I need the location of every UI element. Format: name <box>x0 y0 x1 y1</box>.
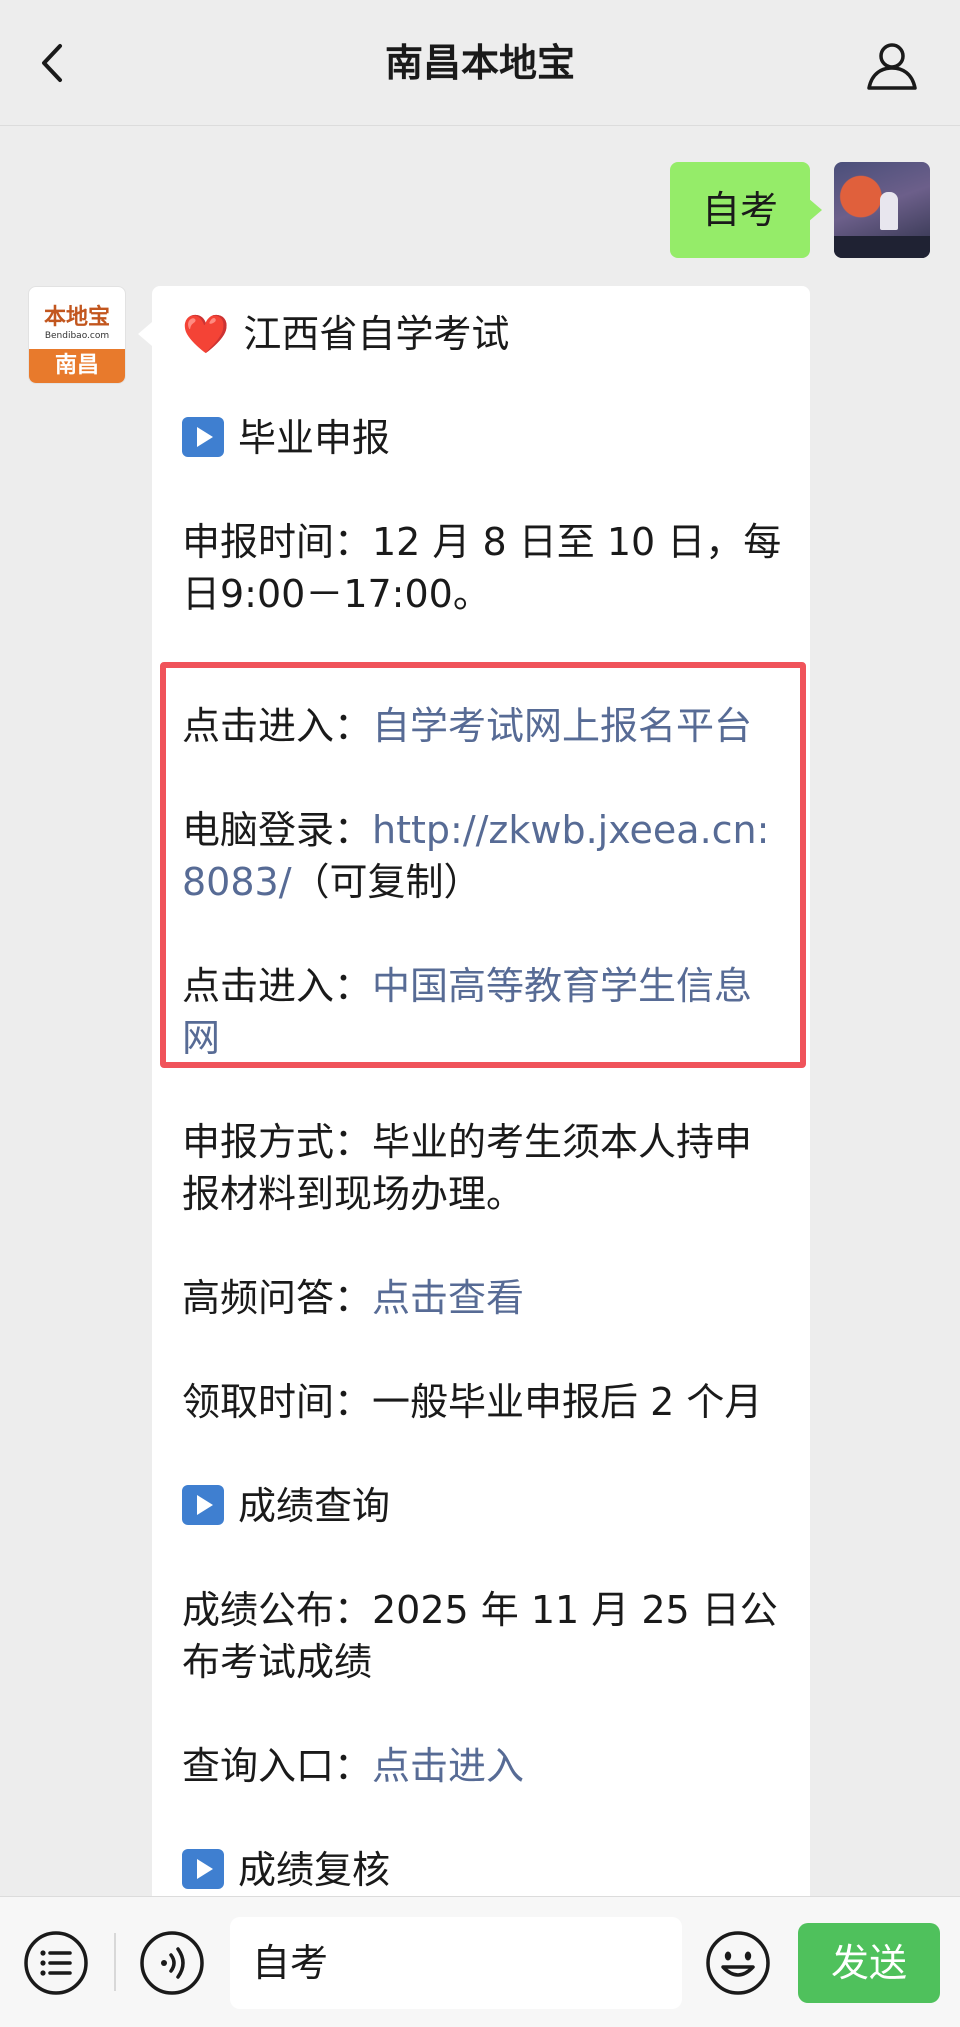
menu-list-icon[interactable] <box>22 1929 90 1997</box>
profile-icon[interactable] <box>864 40 920 92</box>
logo-text: 本地宝 <box>43 305 110 330</box>
sent-message-bubble[interactable]: 自考 <box>670 162 822 258</box>
entry-line-2-cont: 网 <box>182 1012 782 1064</box>
apply-time-line-2: 日9:00－17:00。 <box>182 572 491 616</box>
chsi-link-cont[interactable]: 网 <box>182 1016 220 1060</box>
faq-link[interactable]: 点击查看 <box>372 1276 524 1320</box>
pc-login-link[interactable]: http://zkwb.jxeea.cn: <box>372 808 769 852</box>
method-line-1: 申报方式：毕业的考生须本人持申 <box>182 1120 753 1164</box>
voice-icon[interactable] <box>138 1929 206 1997</box>
emoji-icon[interactable] <box>704 1929 772 1997</box>
section-score-review: 成绩复核 <box>182 1844 782 1896</box>
entry-line-1: 点击进入：自学考试网上报名平台 <box>182 704 753 748</box>
section-graduation: 毕业申报 <box>182 412 782 464</box>
method-line-2: 报材料到现场办理。 <box>182 1172 525 1216</box>
received-message-bubble: ❤️ 江西省自学考试 毕业申报 申报时间：12 月 8 日至 10 日，每 日9:… <box>138 286 810 1900</box>
heart-icon: ❤️ <box>182 312 230 356</box>
play-button-icon <box>182 1849 224 1889</box>
registration-platform-link[interactable]: 自学考试网上报名平台 <box>372 704 752 748</box>
faq-line: 高频问答：点击查看 <box>182 1276 525 1320</box>
avatar-figure <box>880 192 898 230</box>
apply-time-line-1: 申报时间：12 月 8 日至 10 日，每 <box>182 520 782 564</box>
section-score-query: 成绩查询 <box>182 1480 782 1532</box>
entry-line-2: 点击进入：中国高等教育学生信息 <box>182 964 753 1008</box>
my-avatar[interactable] <box>834 162 930 258</box>
play-button-icon <box>182 417 224 457</box>
send-button[interactable]: 发送 <box>798 1923 940 2003</box>
bot-avatar[interactable]: 本地宝 Bendibao.com 南昌 <box>28 286 126 384</box>
message-input[interactable]: 自考 <box>230 1917 682 2009</box>
pc-login-line-1: 电脑登录：http://zkwb.jxeea.cn: <box>182 808 770 852</box>
message-heading: ❤️ 江西省自学考试 <box>182 308 782 360</box>
score-publish-line-1: 成绩公布：2025 年 11 月 25 日公 <box>182 1588 778 1632</box>
avatar-ground <box>834 236 930 258</box>
pc-login-line-2: 8083/（可复制） <box>182 860 482 904</box>
score-publish-line-2: 布考试成绩 <box>182 1640 373 1684</box>
query-entry-line: 查询入口：点击进入 <box>182 1744 525 1788</box>
input-toolbar: 自考 发送 <box>0 1896 960 2027</box>
logo-city: 南昌 <box>29 349 125 383</box>
toolbar-divider <box>114 1933 116 1991</box>
chat-title: 南昌本地宝 <box>384 41 575 85</box>
play-button-icon <box>182 1485 224 1525</box>
top-bar: 南昌本地宝 <box>0 0 960 126</box>
pc-login-link-port[interactable]: 8083/ <box>182 860 292 904</box>
chsi-link[interactable]: 中国高等教育学生信息 <box>372 964 752 1008</box>
receive-time-line: 领取时间：一般毕业申报后 2 个月 <box>182 1380 763 1424</box>
logo-url: Bendibao.com <box>44 331 110 341</box>
query-link[interactable]: 点击进入 <box>372 1744 524 1788</box>
